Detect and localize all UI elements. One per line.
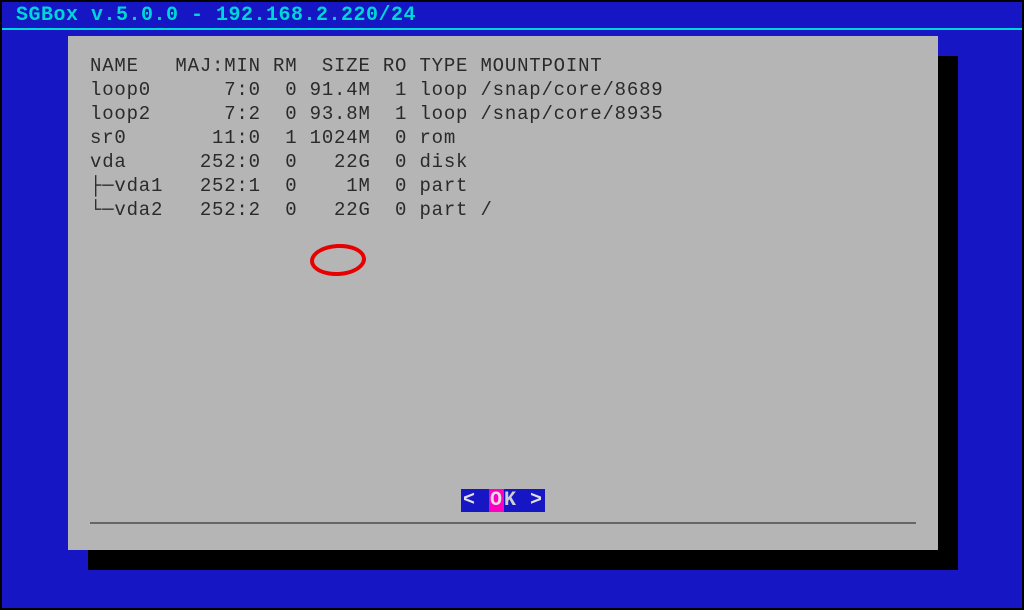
dialog-box: NAME MAJ:MIN RM SIZE RO TYPE MOUNTPOINT … xyxy=(68,36,938,550)
ok-button[interactable]: < OK > xyxy=(461,489,545,512)
button-row: < OK > xyxy=(90,489,916,512)
console-screen: SGBox v.5.0.0 - 192.168.2.220/24 NAME MA… xyxy=(0,0,1024,610)
ok-rest: K xyxy=(504,489,517,512)
title-bar-text: SGBox v.5.0.0 - 192.168.2.220/24 xyxy=(16,4,420,27)
dialog-inner: NAME MAJ:MIN RM SIZE RO TYPE MOUNTPOINT … xyxy=(90,54,916,524)
lsblk-output: NAME MAJ:MIN RM SIZE RO TYPE MOUNTPOINT … xyxy=(90,54,916,222)
highlight-circle-annotation xyxy=(309,243,367,278)
chevron-left-icon: < xyxy=(463,489,476,512)
ok-hotkey-o: O xyxy=(489,489,504,512)
chevron-right-icon: > xyxy=(530,489,543,512)
